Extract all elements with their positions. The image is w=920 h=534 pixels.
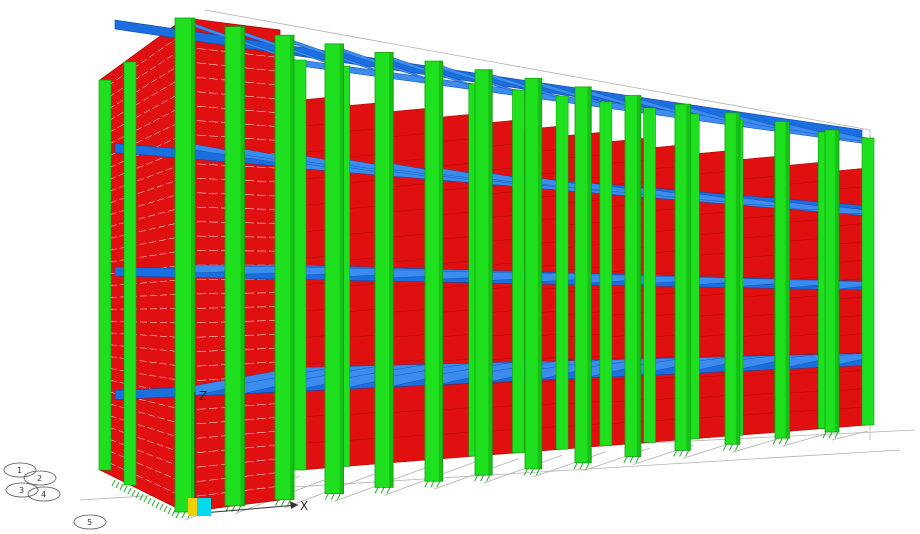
support-symbol — [111, 479, 116, 487]
support-symbol — [336, 493, 341, 500]
support-symbol — [281, 499, 285, 506]
support-symbol — [778, 437, 783, 445]
support-symbol — [237, 505, 242, 513]
end-column — [123, 61, 137, 486]
support-symbol — [171, 509, 176, 517]
support-symbol — [685, 450, 690, 457]
support-symbol — [123, 485, 128, 493]
origin-marker-a — [188, 498, 197, 516]
support-symbol — [784, 437, 789, 445]
ground-grid-line — [483, 454, 563, 484]
support-symbol — [159, 503, 164, 511]
support-symbol — [585, 462, 590, 469]
column-shade — [835, 130, 839, 432]
support-symbol — [834, 431, 839, 439]
back-column — [643, 107, 656, 443]
grid-bubble-label: 4 — [41, 490, 46, 499]
back-column — [512, 89, 525, 453]
support-symbol — [529, 468, 534, 476]
grid-bubble-label: 1 — [17, 466, 22, 475]
column-shade — [438, 61, 443, 482]
support-symbol — [287, 499, 291, 506]
support-symbol — [135, 491, 140, 499]
column-shade — [636, 95, 641, 457]
column-shade — [537, 78, 542, 469]
column-shade — [785, 121, 790, 439]
support-symbol — [772, 437, 777, 445]
support-symbol — [436, 481, 441, 488]
support-symbol — [523, 468, 528, 476]
support-symbol — [131, 489, 136, 497]
3d-model-viewport[interactable]: 1 2 3 4 5 X Z — [0, 0, 920, 534]
back-column — [293, 59, 307, 471]
column-shade — [488, 69, 493, 476]
grid-bubble-label: 5 — [87, 518, 92, 527]
support-symbol — [573, 462, 578, 469]
column-shade — [290, 35, 295, 500]
support-symbol — [623, 456, 628, 463]
support-symbol — [127, 487, 132, 495]
back-column — [599, 101, 613, 447]
support-symbol — [175, 511, 180, 519]
support-symbol — [480, 474, 485, 482]
support-symbol — [167, 507, 172, 515]
support-symbol — [330, 493, 335, 500]
ground-grid-line — [533, 451, 606, 478]
support-symbol — [635, 456, 640, 463]
support-symbol — [735, 444, 739, 451]
column-shade — [587, 86, 592, 463]
column-shade — [339, 43, 344, 494]
support-symbol — [143, 495, 148, 503]
structure-model-canvas: 1 2 3 4 5 X Z — [3, 9, 916, 530]
support-symbol — [181, 511, 186, 519]
support-symbol — [115, 481, 120, 489]
column-shade — [735, 112, 740, 445]
support-symbol — [155, 501, 160, 509]
z-axis-label: Z — [199, 389, 207, 403]
support-symbol — [163, 505, 168, 513]
support-symbol — [679, 450, 684, 457]
support-symbol — [147, 497, 152, 505]
back-column — [555, 95, 569, 450]
support-symbol — [374, 487, 379, 494]
support-symbol — [119, 483, 124, 491]
end-column — [98, 79, 112, 471]
back-column — [861, 137, 875, 426]
origin-marker-b — [197, 498, 211, 516]
column-shade — [240, 26, 245, 506]
x-axis-label: X — [300, 499, 308, 513]
support-symbol — [828, 431, 833, 439]
x-axis-arrow-icon — [290, 501, 298, 509]
support-symbol — [729, 444, 733, 451]
column-shade — [686, 104, 691, 451]
support-symbol — [629, 456, 634, 463]
support-symbol — [486, 474, 491, 482]
support-symbol — [579, 462, 584, 469]
support-symbol — [430, 481, 435, 488]
support-symbol — [324, 493, 329, 500]
grid-bubbles: 1 2 3 4 5 — [3, 462, 107, 530]
support-symbol — [139, 493, 144, 501]
column-shade — [191, 18, 195, 512]
column-shade — [389, 52, 394, 488]
support-symbol — [380, 487, 385, 494]
support-symbol — [386, 487, 391, 494]
support-symbol — [151, 499, 156, 507]
grid-bubble-label: 2 — [37, 474, 42, 483]
support-symbol — [424, 481, 429, 488]
grid-bubble-label: 3 — [19, 486, 24, 495]
